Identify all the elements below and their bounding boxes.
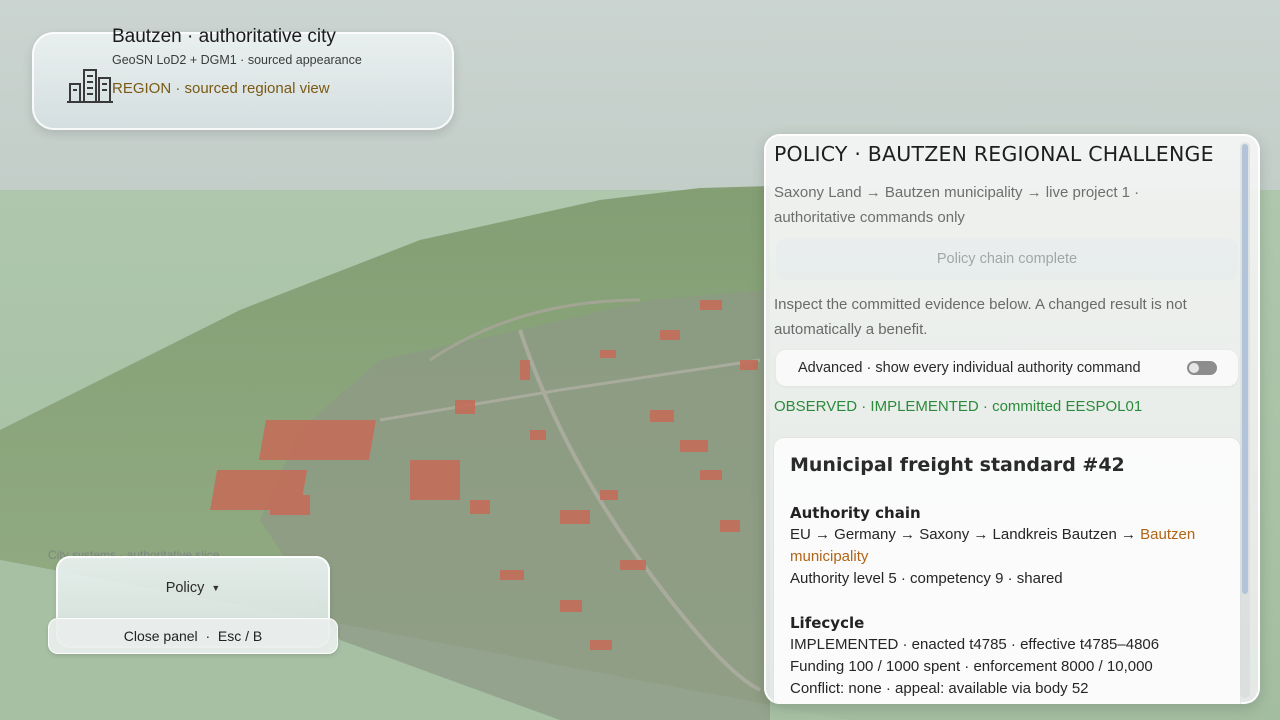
panel-scrollbar[interactable] [1240, 142, 1250, 698]
conflict-status: Conflict: none · appeal: available via b… [790, 680, 1089, 697]
policy-chain-label: Policy chain complete [936, 251, 1078, 267]
policy-name: Municipal freight standard #42 [790, 454, 1125, 476]
city-buildings-icon [67, 69, 113, 103]
lifecycle-heading: Lifecycle [790, 614, 865, 632]
toggle-knob [1189, 363, 1199, 373]
data-source-subtitle: GeoSN LoD2 + DGM1 · sourced appearance [112, 53, 362, 67]
authority-chain-heading: Authority chain [790, 504, 921, 522]
scrollbar-thumb[interactable] [1242, 144, 1248, 594]
panel-title: POLICY · BAUTZEN REGIONAL CHALLENGE [774, 142, 1214, 166]
caret-down-icon: ▼ [211, 583, 221, 594]
close-panel-button[interactable]: Close panel · Esc / B [48, 618, 338, 654]
authority-chain-value: EU → Germany → Saxony → Landkreis Bautze… [790, 524, 1230, 568]
region-mode-label: REGION · sourced regional view [112, 80, 330, 97]
authority-path: Saxony Land → Bautzen municipality → liv… [774, 184, 1140, 226]
observed-status: OBSERVED · IMPLEMENTED · committed EESPO… [774, 398, 1143, 415]
lifecycle-status: IMPLEMENTED · enacted t4785 · effective … [790, 636, 1160, 653]
authority-chain-prefix: EU → Germany → Saxony → Landkreis Bautze… [790, 526, 1136, 543]
policy-dropdown-label: Policy [165, 580, 205, 596]
policy-panel: POLICY · BAUTZEN REGIONAL CHALLENGE Saxo… [764, 134, 1260, 704]
advanced-toggle-switch[interactable] [1187, 361, 1217, 375]
funding-status: Funding 100 / 1000 spent · enforcement 8… [790, 658, 1153, 675]
authority-level: Authority level 5 · competency 9 · share… [790, 570, 1063, 587]
city-title: Bautzen · authoritative city [112, 26, 336, 47]
advanced-toggle-row[interactable]: Advanced · show every individual authori… [776, 350, 1238, 386]
policy-detail-card: Municipal freight standard #42 Authority… [774, 438, 1240, 704]
policy-chain-complete-button[interactable]: Policy chain complete [776, 238, 1238, 280]
advanced-toggle-label: Advanced · show every individual authori… [798, 360, 1141, 376]
inspect-hint: Inspect the committed evidence below. A … [774, 296, 1187, 338]
close-panel-label: Close panel · Esc / B [123, 628, 263, 644]
